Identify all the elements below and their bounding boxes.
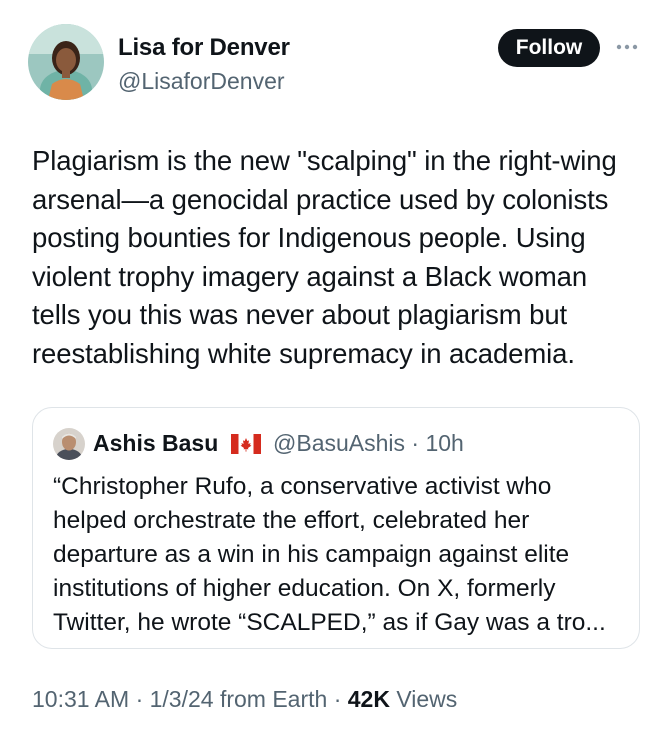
- tweet-footer: 10:31 AM · 1/3/24 from Earth · 42K Views: [32, 686, 457, 713]
- quote-author-meta[interactable]: @BasuAshis · 10h: [273, 430, 464, 457]
- tweet-header: Lisa for Denver @LisaforDenver Follow: [28, 24, 648, 104]
- canada-flag-icon: [231, 434, 261, 459]
- follow-button[interactable]: Follow: [498, 29, 600, 67]
- quote-text: “Christopher Rufo, a conservative activi…: [53, 473, 606, 636]
- quote-author-name[interactable]: Ashis Basu: [93, 430, 218, 457]
- quote-author-avatar[interactable]: [53, 428, 85, 460]
- views-count[interactable]: 42K: [348, 686, 390, 712]
- author-display-name[interactable]: Lisa for Denver: [118, 34, 290, 62]
- tweet-text: Plagiarism is the new "scalping" in the …: [32, 145, 617, 369]
- ellipsis-icon[interactable]: [612, 32, 642, 62]
- author-avatar[interactable]: [28, 24, 104, 100]
- timestamp[interactable]: 10:31 AM · 1/3/24 from Earth ·: [32, 686, 348, 712]
- views-label: Views: [389, 686, 458, 712]
- quoted-tweet[interactable]: Ashis Basu @BasuAshis · 10h “Christopher…: [32, 407, 640, 649]
- author-handle[interactable]: @LisaforDenver: [118, 68, 285, 95]
